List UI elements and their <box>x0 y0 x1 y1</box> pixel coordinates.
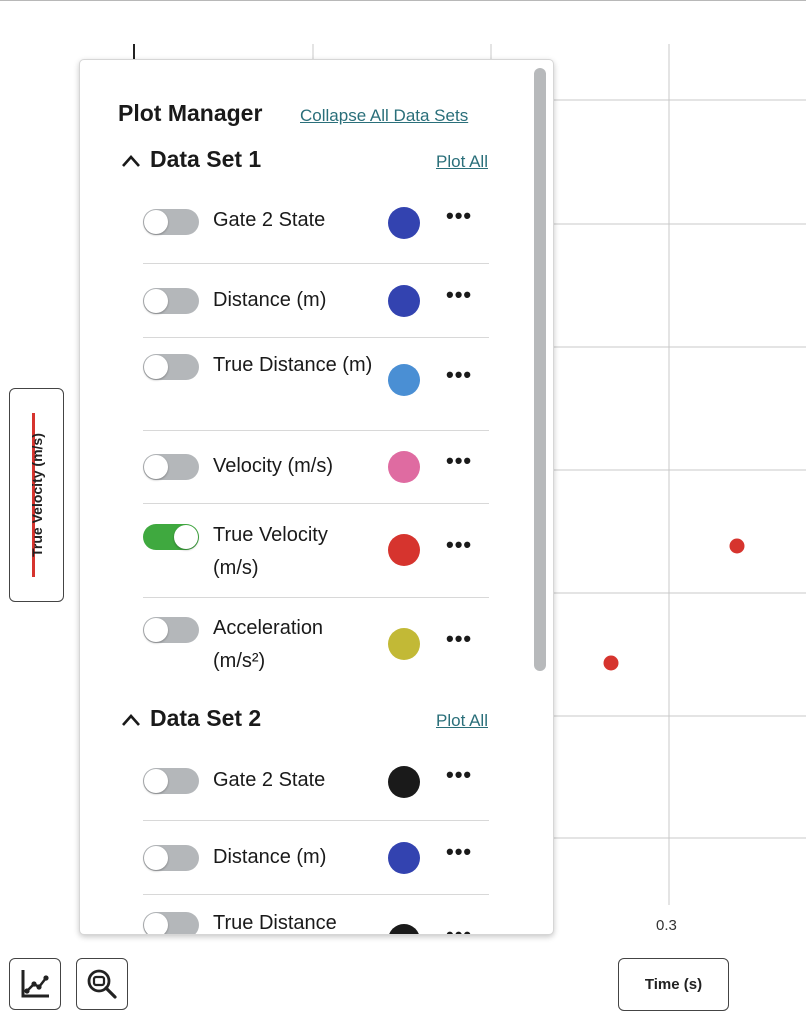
series-toggle[interactable] <box>143 288 199 314</box>
panel-scrollbar[interactable] <box>534 68 546 671</box>
dataset-header: Data Set 1 Plot All <box>118 146 490 182</box>
zoom-fit-button[interactable] <box>76 958 128 1010</box>
line-chart-icon <box>21 970 49 998</box>
more-options-icon[interactable]: ••• <box>446 839 472 865</box>
series-label: True Velocity (m/s) <box>213 524 328 579</box>
zoom-fit-icon <box>87 969 117 999</box>
series-color-swatch[interactable] <box>388 207 420 239</box>
series-color-swatch[interactable] <box>388 451 420 483</box>
x-axis-label-button[interactable]: Time (s) <box>618 958 729 1011</box>
toggle-knob <box>144 210 168 234</box>
more-options-icon[interactable]: ••• <box>446 762 472 788</box>
plot-manager-panel[interactable]: Plot Manager Collapse All Data Sets Data… <box>79 59 554 935</box>
series-label: Velocity (m/s) <box>213 455 334 477</box>
series-color-swatch[interactable] <box>388 766 420 798</box>
dataset-name[interactable]: Data Set 1 <box>150 146 261 173</box>
y-axis-label: True Velocity (m/s) <box>28 433 45 557</box>
data-set-row: Gate 2 State ••• <box>143 760 489 821</box>
series-color-swatch[interactable] <box>388 285 420 317</box>
toggle-knob <box>144 455 168 479</box>
series-color-swatch[interactable] <box>388 842 420 874</box>
series-toggle[interactable] <box>143 768 199 794</box>
toggle-knob <box>144 846 168 870</box>
plot-manager-button[interactable] <box>9 958 61 1010</box>
more-options-icon[interactable]: ••• <box>446 448 472 474</box>
data-point <box>603 655 619 671</box>
series-label: Gate 2 State <box>213 769 326 791</box>
y-axis-label-button[interactable]: True Velocity (m/s) <box>9 388 64 602</box>
series-color-swatch[interactable] <box>388 364 420 396</box>
x-tick-label: 0.3 <box>656 917 677 934</box>
collapse-all-link[interactable]: Collapse All Data Sets <box>300 106 468 126</box>
toggle-knob <box>144 618 168 642</box>
data-point <box>729 538 745 554</box>
series-color-swatch[interactable] <box>388 924 420 934</box>
data-set-row: True Distance (m) ••• <box>143 337 489 431</box>
series-label: Acceleration (m/s²) <box>213 617 324 672</box>
toggle-knob <box>174 525 198 549</box>
series-label: True Distance (m) <box>213 354 373 376</box>
data-set-row: True Velocity (m/s) ••• <box>143 503 489 598</box>
data-set-row: True Distance ••• <box>143 894 489 934</box>
series-toggle[interactable] <box>143 617 199 643</box>
series-label: Distance (m) <box>213 289 327 311</box>
series-color-swatch[interactable] <box>388 534 420 566</box>
toggle-knob <box>144 913 168 934</box>
dataset-header: Data Set 2 Plot All <box>118 705 490 741</box>
series-toggle[interactable] <box>143 845 199 871</box>
x-axis-label: Time (s) <box>644 976 703 993</box>
series-toggle[interactable] <box>143 912 199 934</box>
toggle-knob <box>144 355 168 379</box>
data-set-row: Velocity (m/s) ••• <box>143 430 489 504</box>
more-options-icon[interactable]: ••• <box>446 626 472 652</box>
more-options-icon[interactable]: ••• <box>446 922 472 934</box>
data-points <box>603 538 745 671</box>
more-options-icon[interactable]: ••• <box>446 203 472 229</box>
dataset-name[interactable]: Data Set 2 <box>150 705 261 732</box>
series-label: True Distance <box>213 912 337 934</box>
toggle-knob <box>144 289 168 313</box>
data-set-row: Acceleration (m/s²) ••• <box>143 597 489 687</box>
data-set-row: Gate 2 State ••• <box>143 203 489 264</box>
more-options-icon[interactable]: ••• <box>446 532 472 558</box>
series-toggle[interactable] <box>143 209 199 235</box>
series-toggle[interactable] <box>143 454 199 480</box>
plot-all-link[interactable]: Plot All <box>436 152 488 172</box>
plot-all-link[interactable]: Plot All <box>436 711 488 731</box>
series-label: Gate 2 State <box>213 209 326 231</box>
toggle-knob <box>144 769 168 793</box>
panel-title: Plot Manager <box>118 100 263 126</box>
series-color-swatch[interactable] <box>388 628 420 660</box>
more-options-icon[interactable]: ••• <box>446 362 472 388</box>
series-toggle[interactable] <box>143 354 199 380</box>
chevron-up-icon[interactable] <box>120 711 142 729</box>
data-set-row: Distance (m) ••• <box>143 263 489 338</box>
series-label: Distance (m) <box>213 846 327 868</box>
data-set-row: Distance (m) ••• <box>143 820 489 895</box>
more-options-icon[interactable]: ••• <box>446 282 472 308</box>
series-toggle[interactable] <box>143 524 199 550</box>
chevron-up-icon[interactable] <box>120 152 142 170</box>
